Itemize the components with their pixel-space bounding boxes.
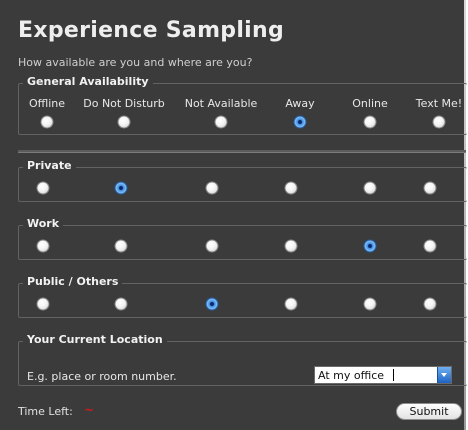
work-radio-3[interactable] [206,240,218,252]
option-label-offline: Offline [28,97,66,110]
option-label-online: Online [352,97,388,110]
private-radio-6[interactable] [424,182,436,194]
page-title: Experience Sampling [18,18,285,43]
public-others-label: Public / Others [23,275,123,288]
option-label-do-not-disturb: Do Not Disturb [83,97,165,110]
work-radio-4[interactable] [285,240,297,252]
location-dropdown-button[interactable] [437,367,451,383]
general-availability-label: General Availability [23,75,153,88]
public-availability-group: Public / Others [18,275,467,318]
private-radio-3[interactable] [206,182,218,194]
work-radio-5-selected[interactable] [364,240,376,252]
work-radio-6[interactable] [424,240,436,252]
public-radio-5[interactable] [364,298,376,310]
private-label: Private [23,159,76,172]
private-radio-5[interactable] [364,182,376,194]
private-radio-1[interactable] [37,182,49,194]
private-radio-2-selected[interactable] [115,182,127,194]
work-availability-group: Work [18,217,467,260]
public-radio-6[interactable] [424,298,436,310]
work-radio-1[interactable] [37,240,49,252]
general-radio-1[interactable] [41,116,53,128]
option-label-away: Away [285,97,315,110]
public-radio-4[interactable] [285,298,297,310]
submit-button[interactable]: Submit [396,403,462,420]
general-radio-2[interactable] [118,116,130,128]
location-hint: E.g. place or room number. [27,370,177,383]
general-availability-group: General Availability Offline Do Not Dist… [18,75,467,135]
public-radio-1[interactable] [37,298,49,310]
private-availability-group: Private [18,159,467,202]
time-left-label: Time Left: [18,405,73,418]
text-caret [393,369,394,381]
option-label-text-me: Text Me! [415,97,463,110]
time-left-value: ~ [84,403,95,417]
work-radio-2[interactable] [115,240,127,252]
general-radio-5[interactable] [364,116,376,128]
current-location-group: Your Current Location E.g. place or room… [18,333,467,386]
current-location-label: Your Current Location [23,333,167,346]
public-radio-2[interactable] [115,298,127,310]
general-radio-4-selected[interactable] [294,116,306,128]
work-label: Work [23,217,64,230]
experience-sampling-window: Experience Sampling How available are yo… [0,0,467,430]
location-input[interactable] [315,367,442,383]
private-radio-4[interactable] [285,182,297,194]
location-combobox[interactable] [314,366,452,384]
option-label-not-available: Not Available [184,97,258,110]
dropdown-arrow-icon [441,373,447,377]
page-subtitle: How available are you and where are you? [18,56,253,69]
section-separator [18,150,466,153]
public-radio-3-selected[interactable] [206,298,218,310]
general-radio-6[interactable] [433,116,445,128]
general-radio-3[interactable] [215,116,227,128]
